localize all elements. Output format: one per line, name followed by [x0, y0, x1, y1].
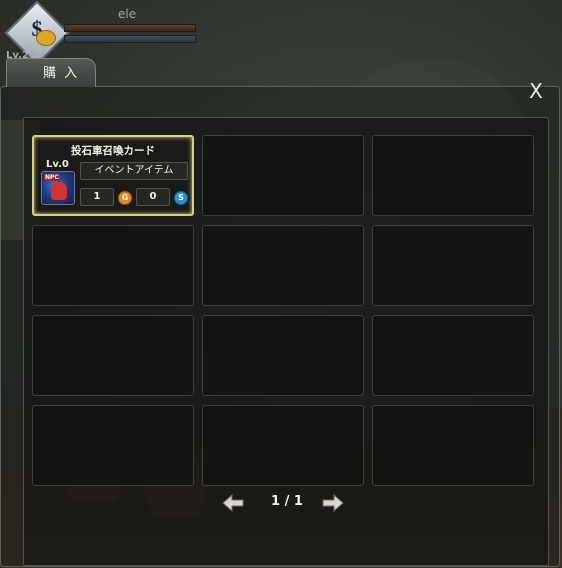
silver-price: 0 [136, 188, 170, 206]
item-slot-selected[interactable]: 投石車召喚カード Lv.0 NPC イベントアイテム 1 G 0 S [32, 135, 194, 216]
tab-purchase-label: 購 入 [43, 66, 80, 81]
npc-summon-card-icon: NPC [41, 171, 75, 205]
gold-coin-icon: G [118, 191, 132, 205]
hp-bar [64, 24, 196, 32]
dialog-frame: 投石車召喚カード Lv.0 NPC イベントアイテム 1 G 0 S 1 / 1 [0, 86, 560, 567]
item-slot-empty[interactable] [202, 135, 364, 216]
item-slot-empty[interactable] [32, 405, 194, 486]
close-button[interactable]: X [525, 80, 547, 102]
next-page-arrow-icon[interactable] [322, 494, 344, 512]
mp-bar [64, 35, 196, 43]
npc-badge: NPC [44, 174, 60, 181]
tab-purchase[interactable]: 購 入 [6, 58, 96, 87]
item-panel: 投石車召喚カード Lv.0 NPC イベントアイテム 1 G 0 S 1 / 1 [23, 117, 549, 566]
item-slot-empty[interactable] [202, 405, 364, 486]
page-indicator: 1 / 1 [271, 494, 303, 509]
item-slot-empty[interactable] [372, 225, 534, 306]
item-slot-empty[interactable] [372, 315, 534, 396]
item-slot-empty[interactable] [202, 315, 364, 396]
item-slot-empty[interactable] [372, 135, 534, 216]
coin-stack-icon [36, 30, 56, 46]
item-slot-empty[interactable] [32, 225, 194, 306]
item-slot-empty[interactable] [32, 315, 194, 396]
prev-page-arrow-icon[interactable] [222, 494, 244, 512]
item-type: イベントアイテム [80, 162, 188, 180]
player-name: ele [118, 7, 137, 21]
item-slot-empty[interactable] [372, 405, 534, 486]
item-level: Lv.0 [46, 159, 69, 170]
pagination: 1 / 1 [222, 491, 352, 515]
gold-price: 1 [80, 188, 114, 206]
purchase-dialog: 投石車召喚カード Lv.0 NPC イベントアイテム 1 G 0 S 1 / 1… [0, 58, 560, 567]
npc-figure-icon [51, 182, 67, 200]
item-title: 投石車召喚カード [71, 145, 155, 157]
item-slot-empty[interactable] [202, 225, 364, 306]
silver-coin-icon: S [174, 191, 188, 205]
